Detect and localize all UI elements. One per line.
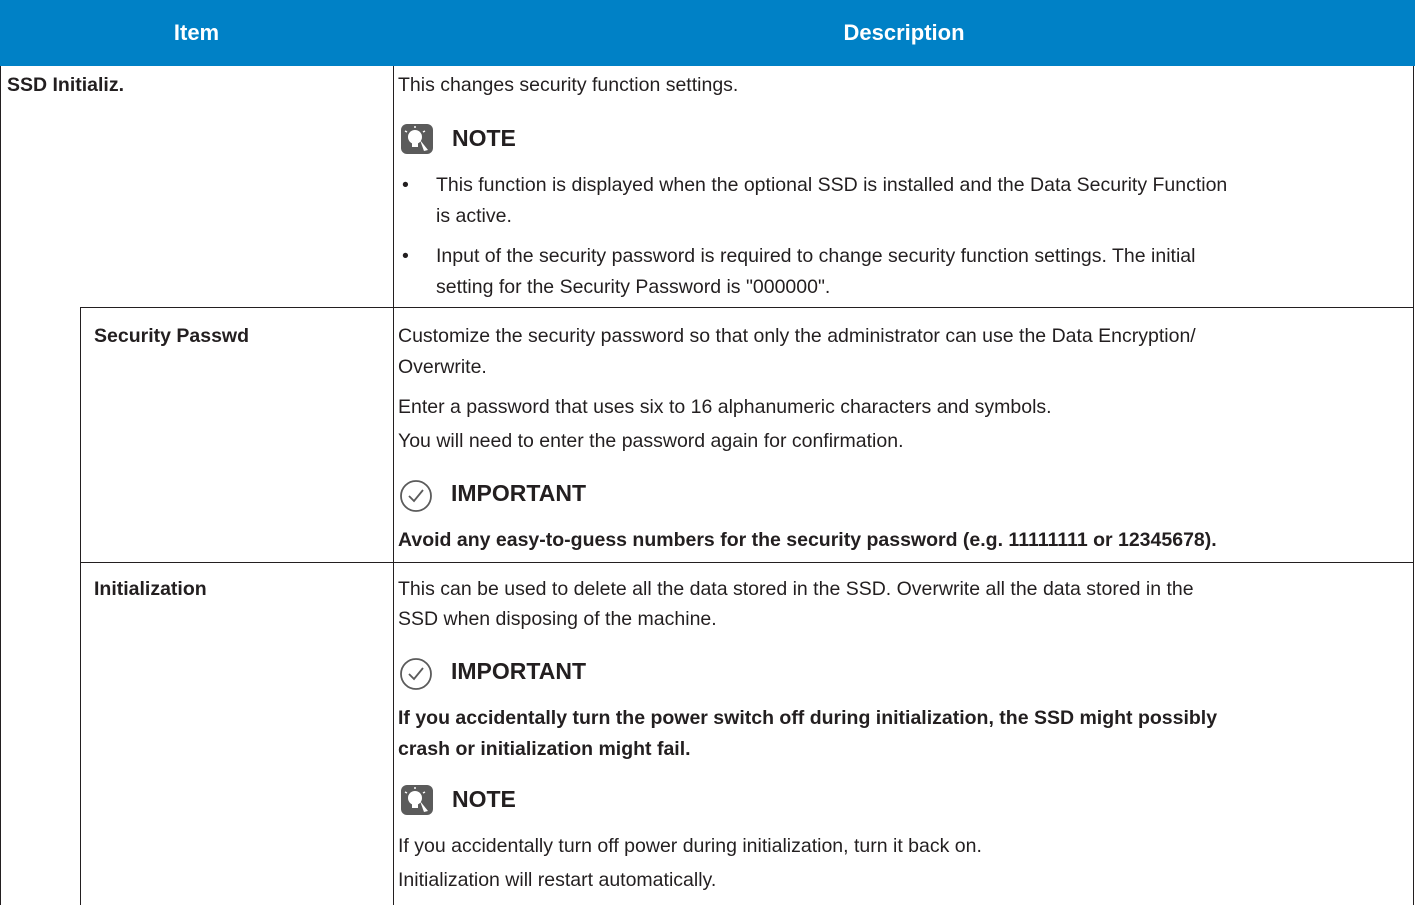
lightbulb-note-icon [401, 124, 433, 154]
bullet-marker: • [402, 245, 409, 267]
note-title: NOTE [452, 125, 516, 151]
settings-table: Item Description SSD Initializ. This cha… [0, 0, 1415, 905]
column-divider [393, 66, 394, 905]
ssd-description: This changes security function settings. [398, 74, 739, 96]
item-ssd-initializ: SSD Initializ. [7, 74, 125, 96]
note-bullet-1-line-1: This function is displayed when the opti… [436, 174, 1228, 196]
init-note-line-2: Initialization will restart automaticall… [398, 869, 717, 891]
bullet-marker: • [402, 174, 409, 196]
important-title: IMPORTANT [451, 480, 587, 506]
row-divider-1 [80, 307, 1414, 308]
init-note-line-1: If you accidentally turn off power durin… [398, 835, 982, 857]
note-title: NOTE [452, 786, 516, 812]
note-bullet-2-line-1: Input of the security password is requir… [436, 245, 1196, 267]
note-bullet-1-line-2: is active. [436, 205, 512, 227]
indent-divider [80, 307, 81, 905]
important-title: IMPORTANT [451, 658, 587, 684]
important-text-line-1: If you accidentally turn the power switc… [398, 707, 1218, 729]
column-header-description: Description [393, 0, 1415, 66]
table-border-right [1413, 66, 1414, 905]
lightbulb-note-icon [401, 785, 433, 815]
column-header-item: Item [0, 0, 393, 66]
passwd-description-line-1: Customize the security password so that … [398, 325, 1196, 347]
init-description-line-1: This can be used to delete all the data … [398, 578, 1194, 600]
table-border-left [0, 66, 1, 905]
important-text-line-2: crash or initialization might fail. [398, 738, 691, 760]
item-initialization: Initialization [94, 578, 207, 600]
note-bullet-2-line-2: setting for the Security Password is "00… [436, 276, 831, 298]
passwd-description-line-2: Overwrite. [398, 356, 487, 378]
row-divider-2 [80, 562, 1414, 563]
init-description-line-2: SSD when disposing of the machine. [398, 608, 717, 630]
passwd-description-3: You will need to enter the password agai… [398, 430, 904, 452]
important-text: Avoid any easy-to-guess numbers for the … [398, 529, 1217, 551]
item-security-passwd: Security Passwd [94, 325, 249, 347]
checkmark-circle-icon [400, 658, 432, 690]
checkmark-circle-icon [400, 480, 432, 512]
passwd-description-2: Enter a password that uses six to 16 alp… [398, 396, 1052, 418]
